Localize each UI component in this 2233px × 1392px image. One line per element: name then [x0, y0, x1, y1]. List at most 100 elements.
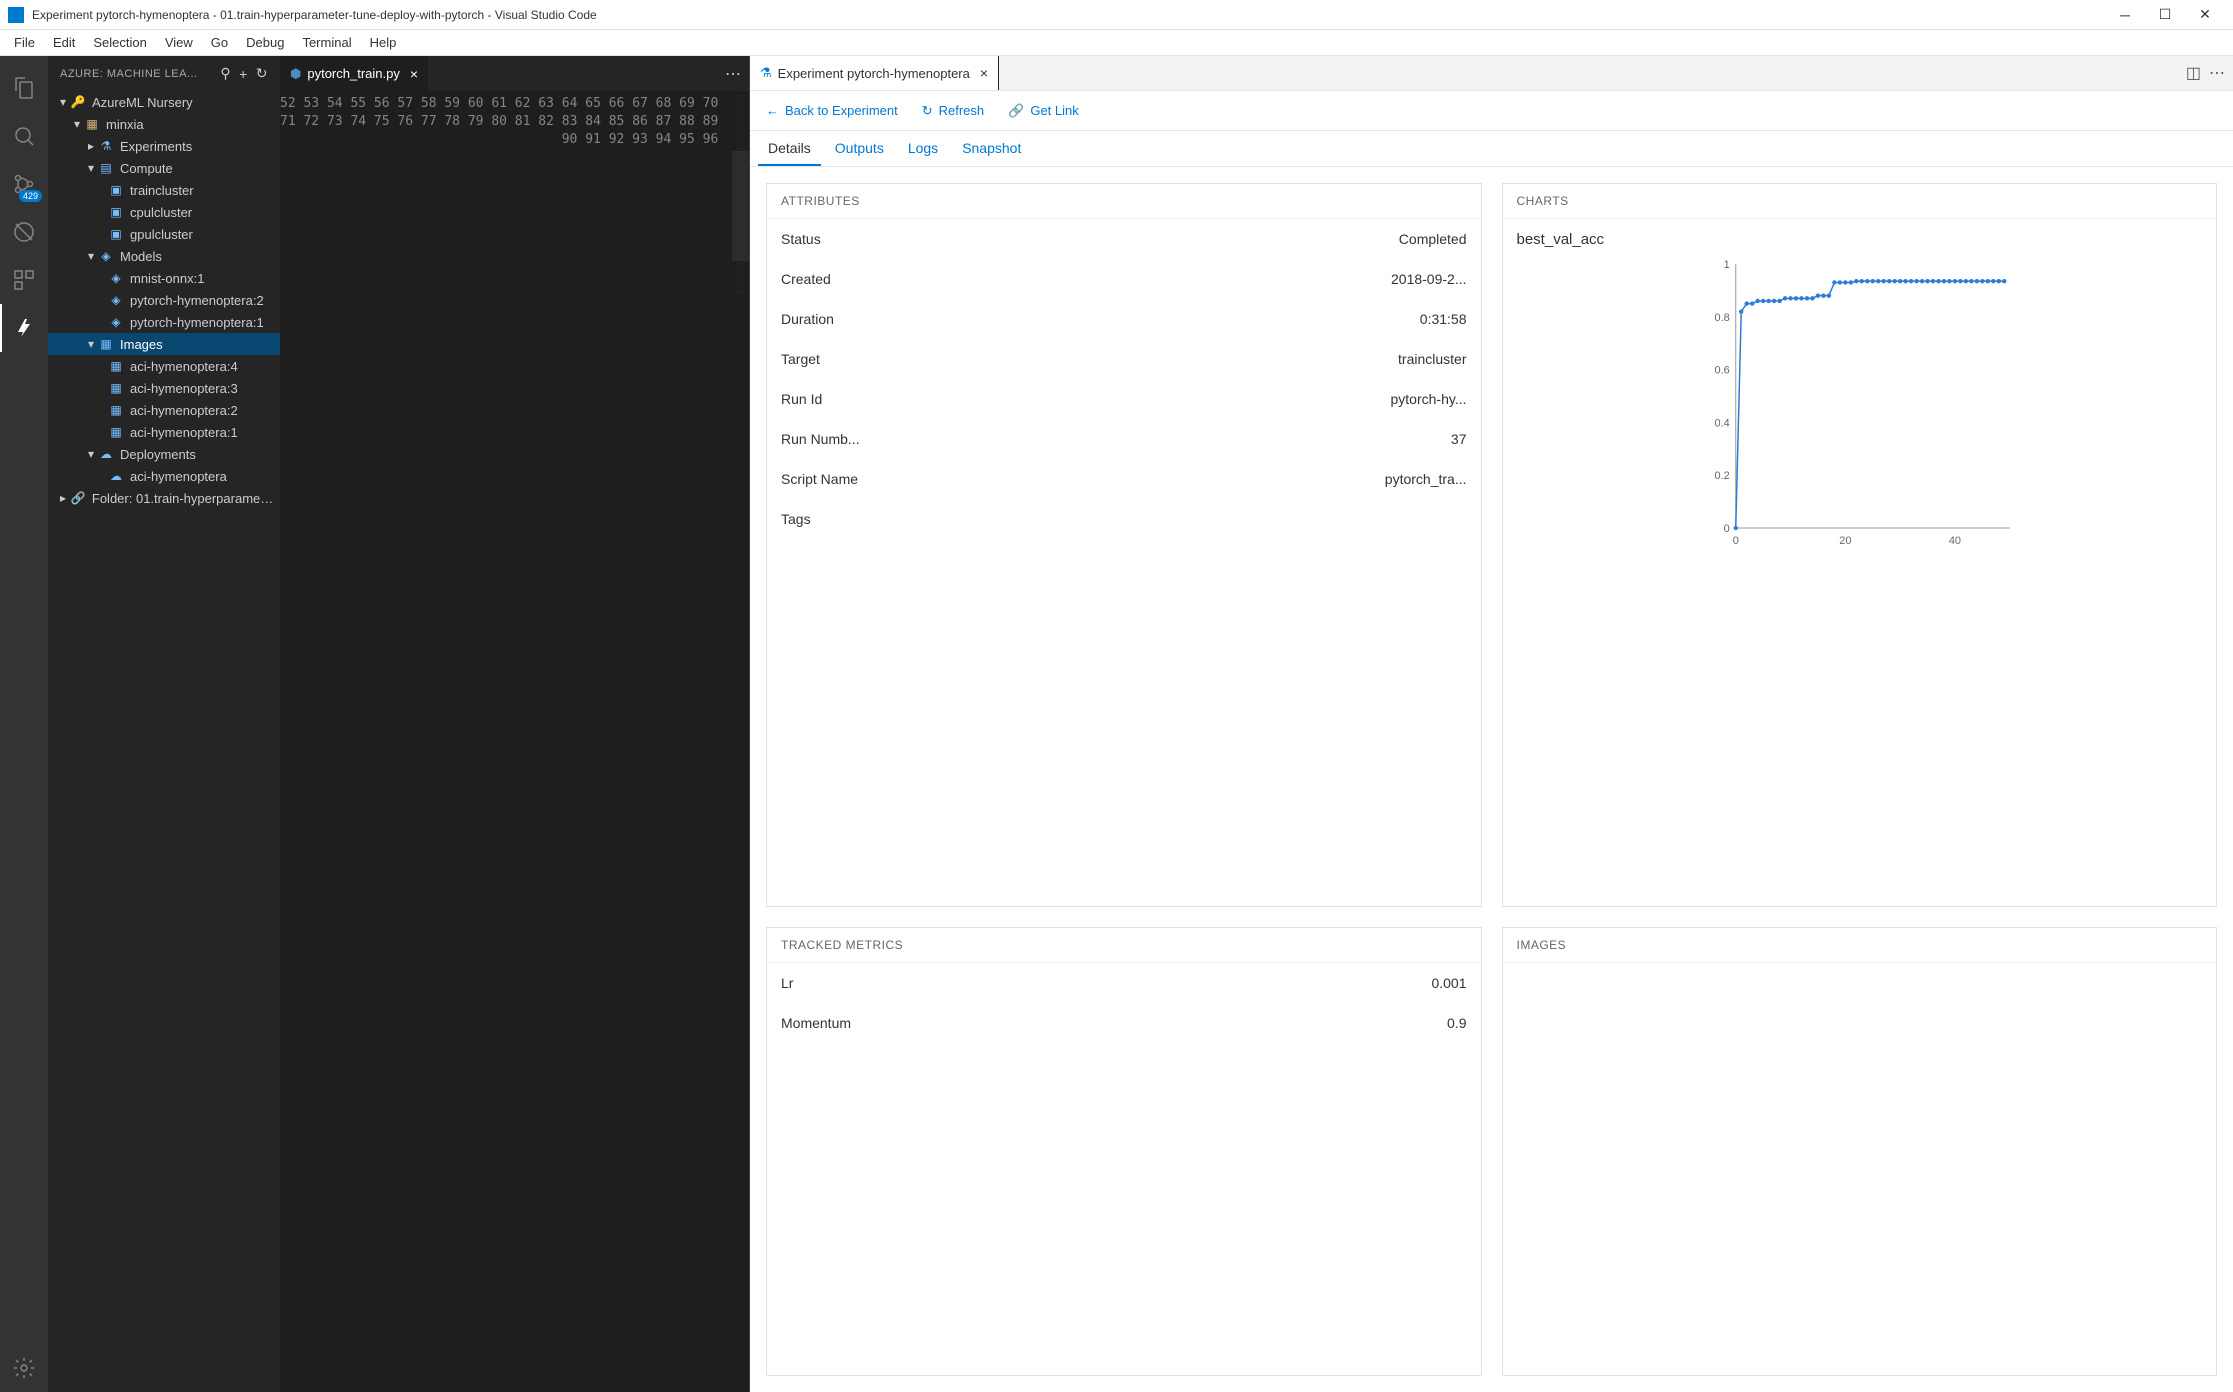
tree-model-item[interactable]: ◈pytorch-hymenoptera:1 — [48, 311, 280, 333]
tab-logs[interactable]: Logs — [898, 132, 948, 166]
tree-images[interactable]: ▾▦Images — [48, 333, 280, 355]
panel-tab-title: Experiment pytorch-hymenoptera — [778, 66, 970, 81]
activity-scm[interactable]: 429 — [0, 160, 48, 208]
metric-key: Lr — [781, 975, 793, 991]
attr-value: pytorch-hy... — [1391, 391, 1467, 407]
tree-compute-item[interactable]: ▣gpulcluster — [48, 223, 280, 245]
attribute-row: Created 2018-09-2... — [767, 259, 1481, 299]
tree-compute[interactable]: ▾▤Compute — [48, 157, 280, 179]
menu-selection[interactable]: Selection — [85, 33, 154, 52]
tree-compute-item[interactable]: ▣cpulcluster — [48, 201, 280, 223]
tree-image-item[interactable]: ▦aci-hymenoptera:3 — [48, 377, 280, 399]
metrics-header: TRACKED METRICS — [767, 928, 1481, 963]
vscode-icon — [8, 7, 24, 23]
editor-tab[interactable]: ⬢ pytorch_train.py × — [280, 56, 429, 91]
tree-experiments[interactable]: ▸⚗Experiments — [48, 135, 280, 157]
panel-body[interactable]: ATTRIBUTES StatusCompletedCreated2018-09… — [750, 167, 2233, 1392]
tree-workspace[interactable]: ▾▦minxia — [48, 113, 280, 135]
pin-icon[interactable]: ⚲ — [220, 65, 231, 82]
minimap[interactable] — [732, 91, 749, 1392]
maximize-button[interactable]: ☐ — [2145, 0, 2185, 30]
minimize-button[interactable]: ─ — [2105, 0, 2145, 30]
more-icon[interactable]: ⋯ — [725, 64, 741, 84]
close-button[interactable]: ✕ — [2185, 0, 2225, 30]
svg-text:0.6: 0.6 — [1714, 365, 1729, 377]
attribute-row: Duration 0:31:58 — [767, 299, 1481, 339]
node-icon: ▣ — [108, 182, 124, 198]
tree-compute-item[interactable]: ▣traincluster — [48, 179, 280, 201]
attr-value: pytorch_tra... — [1385, 471, 1467, 487]
model-icon: ◈ — [108, 314, 124, 330]
svg-text:20: 20 — [1839, 535, 1851, 547]
metric-value: 0.9 — [1447, 1015, 1466, 1031]
menu-file[interactable]: File — [6, 33, 43, 52]
activity-azure[interactable] — [0, 304, 48, 352]
attr-value: 0:31:58 — [1420, 311, 1467, 327]
tab-outputs[interactable]: Outputs — [825, 132, 894, 166]
images-header: IMAGES — [1503, 928, 2217, 963]
attr-value: 2018-09-2... — [1391, 271, 1467, 287]
code-editor[interactable]: 52 53 54 55 56 57 58 59 60 61 62 63 64 6… — [280, 91, 749, 1392]
menu-help[interactable]: Help — [362, 33, 405, 52]
editor-group-left: ⬢ pytorch_train.py × ⋯ 52 53 54 55 56 57… — [280, 56, 750, 1392]
tab-snapshot[interactable]: Snapshot — [952, 132, 1031, 166]
menu-go[interactable]: Go — [203, 33, 236, 52]
activity-explorer[interactable] — [0, 64, 48, 112]
menu-terminal[interactable]: Terminal — [294, 33, 359, 52]
refresh-icon[interactable]: ↻ — [256, 65, 268, 82]
metric-key: Momentum — [781, 1015, 851, 1031]
attribute-row: Run Numb...37 — [767, 419, 1481, 459]
attr-value: Completed — [1399, 231, 1467, 247]
attr-value: traincluster — [1398, 351, 1466, 367]
more-icon[interactable]: ⋯ — [2209, 63, 2225, 83]
tab-details[interactable]: Details — [758, 132, 821, 166]
close-icon[interactable]: × — [980, 65, 988, 81]
chart-svg: 00.20.40.60.8102040 — [1517, 254, 2203, 554]
metric-value: 0.001 — [1431, 975, 1466, 991]
chart-title: best_val_acc — [1503, 219, 2217, 248]
tree-folder[interactable]: ▸🔗Folder: 01.train-hyperparamet... — [48, 487, 280, 509]
refresh-button[interactable]: ↻Refresh — [922, 103, 984, 119]
menu-view[interactable]: View — [157, 33, 201, 52]
node-icon: ▣ — [108, 226, 124, 242]
tree-model-item[interactable]: ◈mnist-onnx:1 — [48, 267, 280, 289]
image-icon: ▦ — [98, 336, 114, 352]
metric-row: Momentum 0.9 — [767, 1003, 1481, 1043]
menu-edit[interactable]: Edit — [45, 33, 83, 52]
activity-settings[interactable] — [0, 1344, 48, 1392]
tree-models[interactable]: ▾◈Models — [48, 245, 280, 267]
svg-text:0.8: 0.8 — [1714, 312, 1729, 324]
tree-image-item[interactable]: ▦aci-hymenoptera:1 — [48, 421, 280, 443]
metric-row: Lr 0.001 — [767, 963, 1481, 1003]
panel-toolbar: ←Back to Experiment ↻Refresh 🔗Get Link — [750, 91, 2233, 131]
tree-model-item[interactable]: ◈pytorch-hymenoptera:2 — [48, 289, 280, 311]
image-icon: ▦ — [108, 358, 124, 374]
split-icon[interactable]: ◫ — [2186, 63, 2201, 83]
scm-badge: 429 — [19, 190, 42, 202]
images-card: IMAGES — [1502, 927, 2218, 1377]
tree-deployment-item[interactable]: ☁aci-hymenoptera — [48, 465, 280, 487]
attr-key: Created — [781, 271, 831, 287]
attribute-row: Targettraincluster — [767, 339, 1481, 379]
minimap-viewport[interactable] — [732, 151, 749, 261]
menu-debug[interactable]: Debug — [238, 33, 292, 52]
activity-extensions[interactable] — [0, 256, 48, 304]
panel-tab[interactable]: ⚗ Experiment pytorch-hymenoptera × — [750, 56, 999, 90]
tree-deployments[interactable]: ▾☁Deployments — [48, 443, 280, 465]
window-title: Experiment pytorch-hymenoptera - 01.trai… — [32, 8, 2105, 22]
tree-image-item[interactable]: ▦aci-hymenoptera:2 — [48, 399, 280, 421]
attr-key: Duration — [781, 311, 834, 327]
activity-debug[interactable] — [0, 208, 48, 256]
getlink-button[interactable]: 🔗Get Link — [1008, 103, 1079, 119]
activity-bar: 429 — [0, 56, 48, 1392]
activity-search[interactable] — [0, 112, 48, 160]
close-icon[interactable]: × — [410, 66, 418, 82]
tree-image-item[interactable]: ▦aci-hymenoptera:4 — [48, 355, 280, 377]
back-button[interactable]: ←Back to Experiment — [766, 103, 898, 118]
model-icon: ◈ — [98, 248, 114, 264]
metrics-list: Lr 0.001 Momentum 0.9 — [767, 963, 1481, 1043]
tree-root[interactable]: ▾🔑AzureML Nursery — [48, 91, 280, 113]
add-icon[interactable]: + — [239, 66, 248, 82]
editor-group-right: ⚗ Experiment pytorch-hymenoptera × ◫ ⋯ ←… — [750, 56, 2233, 1392]
sidebar-tree[interactable]: ▾🔑AzureML Nursery ▾▦minxia ▸⚗Experiments… — [48, 91, 280, 1392]
